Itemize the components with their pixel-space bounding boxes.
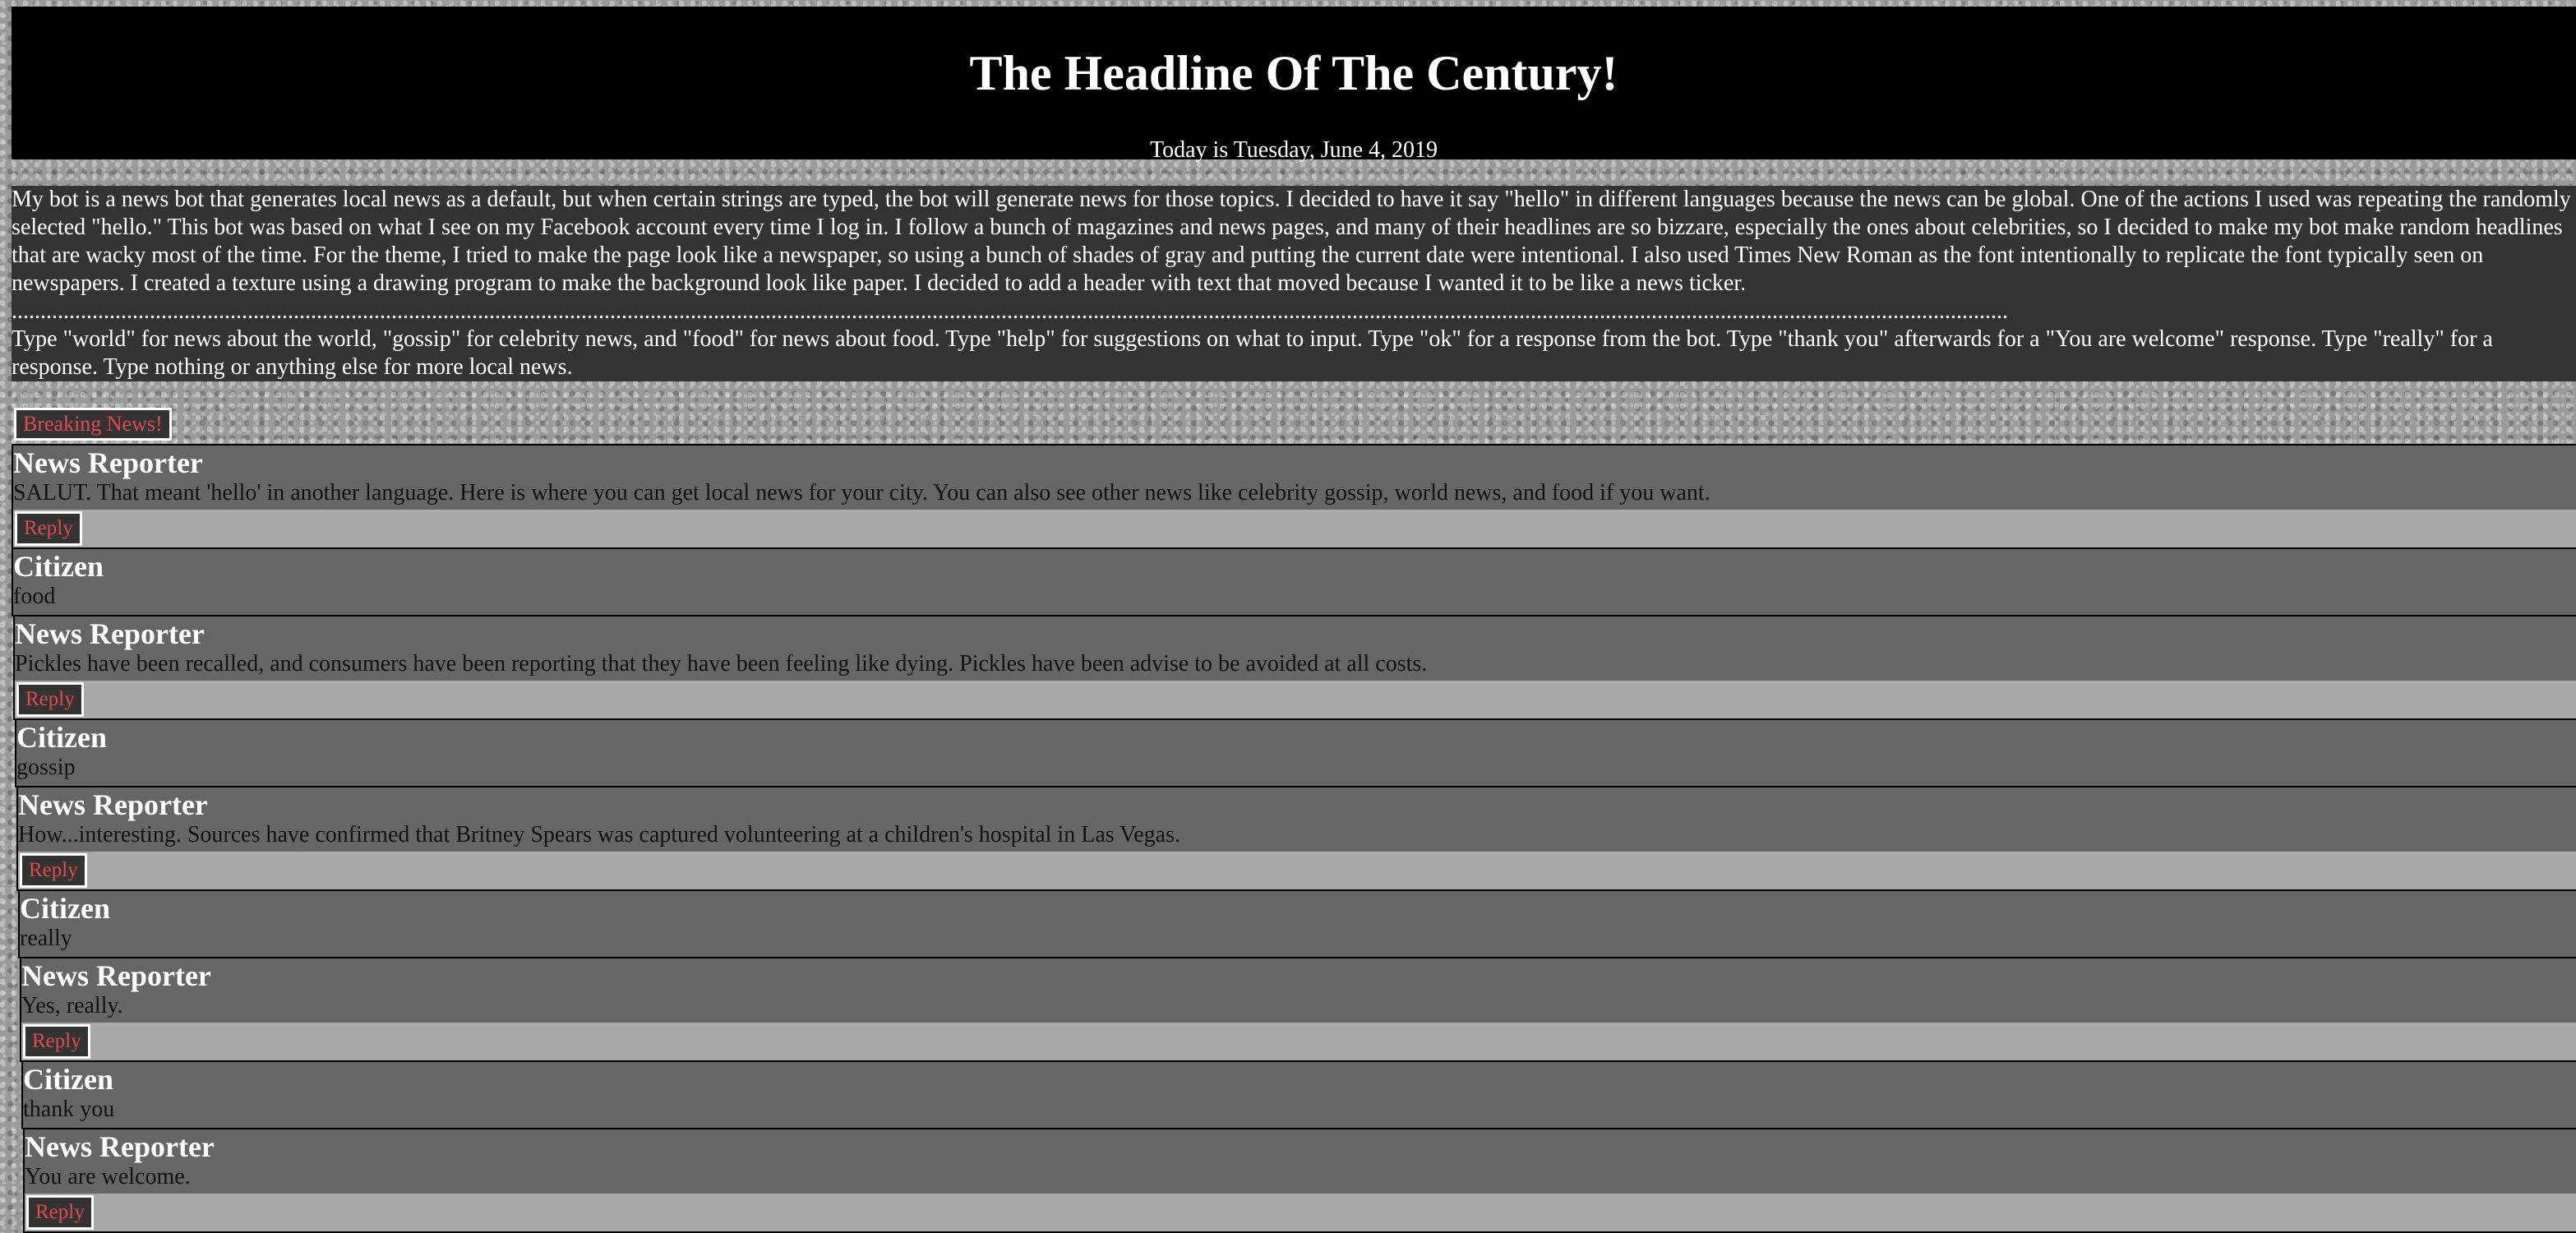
reply-bar: Reply	[13, 510, 2576, 547]
reporter-message: News Reporter How...interesting. Sources …	[16, 786, 2576, 891]
message-text: gossip	[16, 755, 76, 780]
speaker-name: Citizen	[20, 892, 110, 925]
reply-bar: Reply	[25, 1194, 2576, 1231]
reply-bar: Reply	[21, 1023, 2576, 1060]
message-body: News Reporter You are welcome.	[25, 1129, 2576, 1194]
current-date: Today is Tuesday, June 4, 2019	[1149, 137, 1438, 163]
message-body: Citizen food	[13, 549, 2576, 615]
page-header: The Headline Of The Century! Today is Tu…	[12, 7, 2576, 163]
speaker-name: News Reporter	[21, 959, 211, 992]
reporter-message: News Reporter SALUT. That meant 'hello' i…	[12, 444, 2576, 549]
reporter-message: News Reporter Yes, really. Reply	[20, 957, 2576, 1062]
speaker-name: Citizen	[16, 721, 107, 754]
message-text: thank you	[23, 1097, 115, 1122]
message-text: really	[20, 926, 72, 951]
reply-button[interactable]: Reply	[23, 1024, 90, 1059]
speaker-name: News Reporter	[25, 1130, 215, 1163]
citizen-message: Citizen really	[18, 889, 2576, 958]
reply-button[interactable]: Reply	[26, 1195, 94, 1230]
page-title: The Headline Of The Century!	[969, 46, 1618, 100]
message-text: SALUT. That meant 'hello' in another lan…	[13, 480, 1710, 506]
speaker-name: Citizen	[23, 1063, 113, 1096]
message-text: Yes, really.	[21, 993, 123, 1018]
message-body: News Reporter Pickles have been recalled,…	[15, 616, 2576, 681]
description-panel: My bot is a news bot that generates loca…	[12, 186, 2576, 381]
reply-bar: Reply	[18, 852, 2576, 889]
speaker-name: News Reporter	[18, 788, 208, 821]
instructions-text: Type "world" for news about the world, "…	[12, 326, 2493, 380]
citizen-message: Citizen thank you	[21, 1060, 2576, 1129]
speaker-name: News Reporter	[13, 446, 203, 479]
message-body: Citizen gossip	[16, 720, 2576, 786]
reporter-message: News Reporter Pickles have been recalled,…	[13, 615, 2576, 720]
citizen-message: Citizen food	[12, 547, 2576, 616]
breaking-news-button[interactable]: Breaking News!	[14, 408, 172, 441]
citizen-message: Citizen gossip	[15, 718, 2576, 787]
description-text: My bot is a news bot that generates loca…	[12, 187, 2571, 296]
message-text: How...interesting. Sources have confirme…	[18, 822, 1180, 847]
reply-bar: Reply	[15, 681, 2576, 718]
message-body: News Reporter How...interesting. Sources …	[18, 787, 2576, 852]
reply-button[interactable]: Reply	[15, 511, 82, 546]
reporter-message: News Reporter You are welcome. Reply	[23, 1128, 2576, 1233]
message-body: Citizen really	[20, 891, 2576, 957]
message-body: News Reporter Yes, really.	[21, 958, 2576, 1023]
message-body: Citizen thank you	[23, 1062, 2576, 1128]
message-text: You are welcome.	[25, 1164, 191, 1189]
speaker-name: Citizen	[13, 550, 104, 583]
reply-button[interactable]: Reply	[16, 682, 84, 717]
message-body: News Reporter SALUT. That meant 'hello' i…	[13, 446, 2576, 510]
message-text: Pickles have been recalled, and consumer…	[15, 651, 1428, 677]
reply-button[interactable]: Reply	[20, 853, 87, 888]
dotted-divider: ........................................…	[12, 298, 2008, 324]
speaker-name: News Reporter	[15, 617, 205, 650]
message-text: food	[13, 584, 56, 609]
